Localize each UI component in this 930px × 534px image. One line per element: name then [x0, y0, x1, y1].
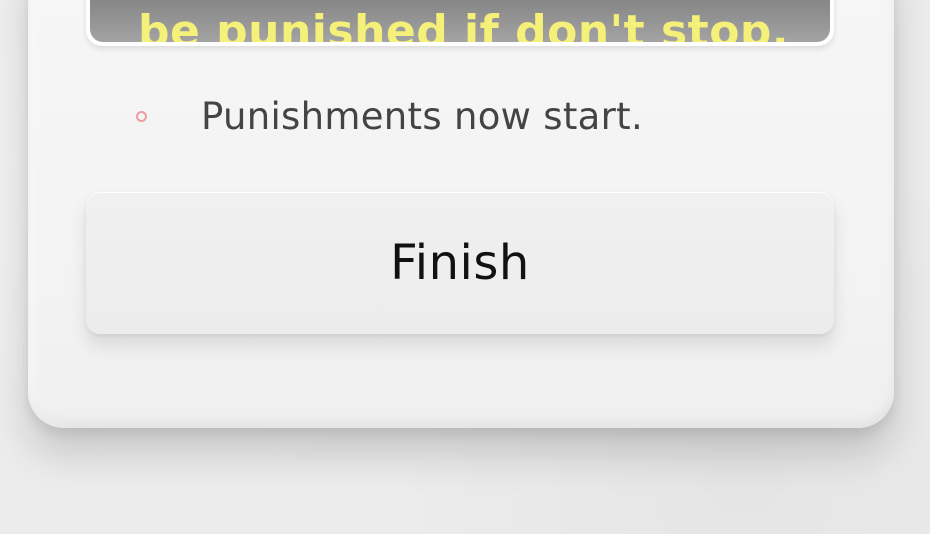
dialog-card: be punished if don't stop. Punishments n…: [28, 0, 894, 428]
status-row: Punishments now start.: [136, 90, 643, 142]
finish-button[interactable]: Finish: [86, 192, 834, 334]
message-text: be punished if don't stop.: [138, 6, 790, 43]
status-text: Punishments now start.: [201, 94, 644, 138]
message-box: be punished if don't stop.: [86, 0, 834, 46]
message-box-inner: be punished if don't stop.: [90, 0, 830, 42]
finish-button-label: Finish: [390, 235, 530, 291]
status-indicator-icon: [136, 110, 147, 122]
